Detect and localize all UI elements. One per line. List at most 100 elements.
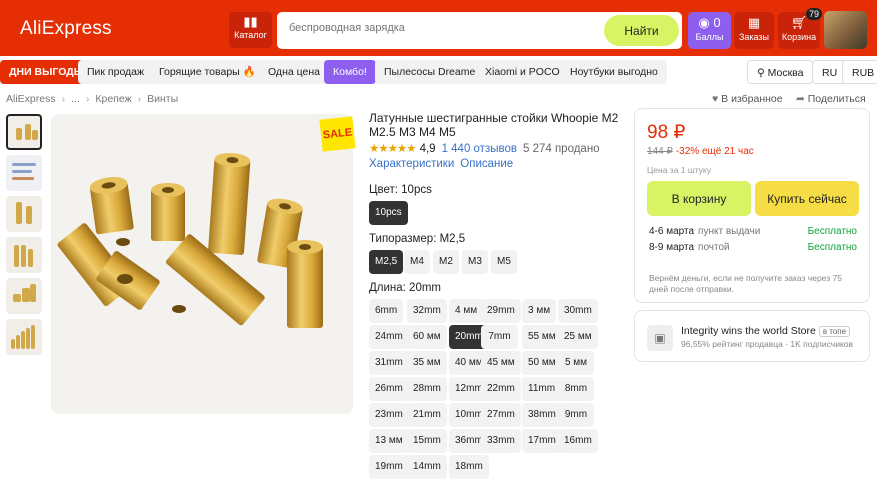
thumbnail[interactable]: [6, 155, 42, 191]
delivery-method: пункт выдачи: [698, 226, 761, 237]
delivery-option[interactable]: 4-6 марта пункт выдачи: [649, 226, 760, 237]
sold-count: 5 274 продано: [522, 143, 600, 155]
delivery-option[interactable]: 8-9 марта почтой: [649, 242, 730, 253]
points-label: Баллы: [695, 32, 724, 42]
length-option[interactable]: 15mm: [407, 429, 447, 453]
add-to-cart-button[interactable]: В корзину: [647, 181, 751, 216]
length-option[interactable]: 9mm: [558, 403, 594, 427]
length-option[interactable]: 21mm: [407, 403, 447, 427]
thumbnail[interactable]: [6, 237, 42, 273]
length-option[interactable]: 26mm: [369, 377, 409, 401]
length-option[interactable]: 8mm: [558, 377, 594, 401]
length-option[interactable]: 11mm: [522, 377, 562, 401]
length-option[interactable]: 22mm: [481, 377, 521, 401]
length-option[interactable]: 6mm: [369, 299, 404, 323]
length-option[interactable]: 45 мм: [481, 351, 521, 375]
cart-count-badge: 79: [805, 8, 822, 20]
length-option[interactable]: 13 мм: [369, 429, 409, 453]
price-per-unit: Цена за 1 штуку: [647, 165, 711, 175]
color-option[interactable]: 10pcs: [369, 201, 408, 225]
nav-item-laptops[interactable]: Ноутбуки выгодно: [561, 60, 667, 84]
thumbnail[interactable]: [6, 319, 42, 355]
size-option[interactable]: M4: [404, 250, 430, 274]
length-option[interactable]: 30mm: [558, 299, 598, 323]
length-option[interactable]: 14mm: [407, 455, 447, 479]
length-option[interactable]: 7mm: [481, 325, 518, 349]
thumbnail[interactable]: [6, 114, 42, 150]
catalog-button[interactable]: ▮▮ Каталог: [229, 12, 272, 48]
breadcrumb-more[interactable]: ...: [71, 93, 80, 105]
buy-now-button[interactable]: Купить сейчас: [755, 181, 859, 216]
catalog-label: Каталог: [234, 30, 267, 40]
thumbnail[interactable]: [6, 196, 42, 232]
avatar[interactable]: [824, 11, 867, 49]
length-option[interactable]: 5 мм: [558, 351, 594, 375]
chevron-right-icon: ›: [137, 93, 142, 105]
length-option[interactable]: 25 мм: [558, 325, 598, 349]
length-option[interactable]: 3 мм: [522, 299, 557, 323]
thumbnail-list: [6, 114, 44, 360]
search-input[interactable]: [289, 22, 589, 34]
tab-specifications[interactable]: Характеристики: [369, 158, 454, 170]
favorites-label: В избранное: [721, 93, 783, 105]
breadcrumb-home[interactable]: AliExpress: [6, 93, 56, 105]
product-title: Латунные шестигранные стойки Whoopie M2 …: [369, 111, 619, 139]
length-option[interactable]: 38mm: [522, 403, 562, 427]
size-option[interactable]: M3: [462, 250, 488, 274]
aliexpress-logo[interactable]: AliExpress: [20, 18, 112, 40]
nav-item-dreame[interactable]: Пылесосы Dreame: [375, 60, 485, 84]
length-option[interactable]: 60 мм: [407, 325, 447, 349]
thumbnail[interactable]: [6, 278, 42, 314]
nav-item-xiaomi[interactable]: Xiaomi и POCO: [476, 60, 569, 84]
delivery-method: почтой: [698, 242, 730, 253]
size-option[interactable]: M2: [433, 250, 459, 274]
length-option[interactable]: 18mm: [449, 455, 489, 479]
length-option[interactable]: 55 мм: [522, 325, 562, 349]
tab-description[interactable]: Описание: [460, 158, 513, 170]
length-option[interactable]: 32mm: [407, 299, 447, 323]
size-option[interactable]: M5: [491, 250, 517, 274]
nav-item-hot[interactable]: Горящие товары 🔥: [150, 60, 265, 84]
currency-selector[interactable]: RUB: [842, 60, 877, 84]
nav-item-combo[interactable]: Комбо!: [324, 60, 376, 84]
length-option[interactable]: 35 мм: [407, 351, 447, 375]
nav-item-top-sales[interactable]: Пик продаж: [78, 60, 154, 84]
points-button[interactable]: ◉ 0 Баллы: [688, 12, 731, 49]
length-option[interactable]: 50 мм: [522, 351, 562, 375]
add-to-favorites[interactable]: ♥ В избранное: [712, 93, 783, 105]
product-image[interactable]: [51, 114, 353, 414]
length-option[interactable]: 19mm: [369, 455, 409, 479]
book-icon: ▮▮: [243, 14, 258, 29]
search-button[interactable]: Найти: [604, 15, 679, 46]
length-label: Длина: 20mm: [369, 282, 442, 294]
length-option[interactable]: 27mm: [481, 403, 521, 427]
size-option[interactable]: M2,5: [369, 250, 404, 274]
cart-label: Корзина: [781, 32, 817, 42]
store-icon: ▣: [647, 325, 673, 351]
rating-stars: ★★★★★: [369, 143, 417, 155]
length-option[interactable]: 16mm: [558, 429, 598, 453]
store-card[interactable]: ▣ Integrity wins the world Store в топе 9…: [634, 310, 870, 362]
length-option[interactable]: 4 мм: [449, 299, 484, 323]
rating-value: 4,9: [419, 143, 436, 155]
reviews-link[interactable]: 1 440 отзывов: [442, 143, 517, 155]
length-option[interactable]: 31mm: [369, 351, 409, 375]
heart-icon: ♥: [712, 93, 719, 105]
share-button[interactable]: ➦ Поделиться: [796, 93, 866, 105]
points-count: 0: [713, 15, 721, 30]
search-bar: Найти: [277, 12, 682, 49]
orders-button[interactable]: ▦ Заказы: [734, 12, 774, 49]
nav-item-one-price[interactable]: Одна цена: [259, 60, 329, 84]
breadcrumb-fasteners[interactable]: Крепеж: [95, 93, 131, 105]
city-selector[interactable]: ⚲ Москва: [747, 60, 814, 84]
length-option[interactable]: 24mm: [369, 325, 409, 349]
rating-row: ★★★★★ 4,9 1 440 отзывов 5 274 продано: [369, 141, 600, 155]
length-option[interactable]: 33mm: [481, 429, 521, 453]
length-option[interactable]: 17mm: [522, 429, 562, 453]
length-option[interactable]: 29mm: [481, 299, 521, 323]
orders-label: Заказы: [738, 32, 770, 42]
length-option[interactable]: 28mm: [407, 377, 447, 401]
cart-button[interactable]: 🛒︎ Корзина 79: [778, 8, 822, 49]
length-option[interactable]: 23mm: [369, 403, 409, 427]
breadcrumb-screws[interactable]: Винты: [147, 93, 178, 105]
